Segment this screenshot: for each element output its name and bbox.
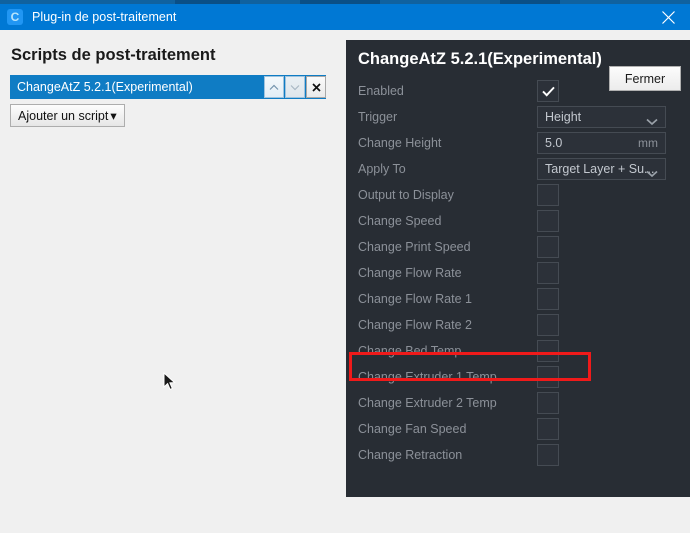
setting-row: Change Extruder 1 Temp: [346, 364, 690, 390]
scripts-pane: Scripts de post-traitement ChangeAtZ 5.2…: [0, 30, 346, 497]
setting-label: Change Fan Speed: [358, 422, 467, 436]
scripts-pane-heading: Scripts de post-traitement: [11, 46, 216, 64]
setting-label: Enabled: [358, 84, 404, 98]
close-dialog-button[interactable]: Fermer: [609, 66, 681, 91]
settings-rows: Enabled Trigger Height Change Height 5.0 mm Ap…: [346, 78, 690, 468]
setting-row: Change Flow Rate 1: [346, 286, 690, 312]
check-icon: [541, 86, 555, 97]
setting-control: [537, 288, 559, 310]
setting-label: Change Speed: [358, 214, 442, 228]
setting-control: [537, 314, 559, 336]
setting-checkbox[interactable]: [537, 80, 559, 102]
setting-checkbox[interactable]: [537, 392, 559, 414]
setting-label: Output to Display: [358, 188, 454, 202]
add-script-button[interactable]: Ajouter un script ▾: [10, 104, 125, 127]
setting-control: 5.0 mm: [537, 132, 666, 154]
setting-checkbox[interactable]: [537, 366, 559, 388]
setting-label: Change Extruder 2 Temp: [358, 396, 497, 410]
setting-checkbox[interactable]: [537, 340, 559, 362]
setting-control: [537, 236, 559, 258]
close-window-button[interactable]: [646, 4, 690, 30]
setting-dropdown-value: Height: [545, 110, 582, 124]
cura-logo-icon: C: [7, 9, 23, 25]
setting-checkbox[interactable]: [537, 314, 559, 336]
script-list: ChangeAtZ 5.2.1(Experimental): [10, 75, 326, 99]
setting-row: Change Height 5.0 mm: [346, 130, 690, 156]
window-titlebar: C Plug-in de post-traitement: [0, 4, 690, 30]
setting-checkbox[interactable]: [537, 288, 559, 310]
setting-row: Change Flow Rate 2: [346, 312, 690, 338]
setting-row: Change Print Speed: [346, 234, 690, 260]
setting-row: Change Retraction: [346, 442, 690, 468]
setting-checkbox[interactable]: [537, 236, 559, 258]
cura-logo-letter: C: [10, 10, 20, 24]
mouse-cursor: [163, 371, 177, 392]
setting-label: Change Extruder 1 Temp: [358, 370, 497, 384]
setting-control: Target Layer + Su...: [537, 158, 666, 180]
setting-control: [537, 184, 559, 206]
setting-control: [537, 392, 559, 414]
chevron-down-icon: [646, 165, 658, 183]
move-up-button[interactable]: [264, 76, 284, 98]
setting-row: Change Flow Rate: [346, 260, 690, 286]
setting-text-input[interactable]: 5.0 mm: [537, 132, 666, 154]
setting-label: Change Bed Temp: [358, 344, 462, 358]
setting-checkbox[interactable]: [537, 418, 559, 440]
window-title: Plug-in de post-traitement: [32, 10, 177, 24]
setting-control: [537, 340, 559, 362]
post-processing-plugin-dialog: C Plug-in de post-traitement Scripts de …: [0, 0, 690, 533]
setting-text-value: 5.0: [545, 136, 563, 150]
script-list-buttons: [264, 75, 326, 99]
setting-control: [537, 366, 559, 388]
setting-control: [537, 262, 559, 284]
setting-row: Change Extruder 2 Temp: [346, 390, 690, 416]
add-script-button-label: Ajouter un script: [18, 108, 109, 123]
close-dialog-button-label: Fermer: [624, 71, 666, 86]
chevron-up-icon: [269, 84, 279, 90]
script-list-item-label: ChangeAtZ 5.2.1(Experimental): [17, 80, 193, 94]
close-icon: [661, 10, 675, 24]
setting-label: Change Print Speed: [358, 240, 471, 254]
chevron-down-icon: [646, 113, 658, 131]
setting-checkbox[interactable]: [537, 262, 559, 284]
setting-label: Trigger: [358, 110, 398, 124]
dropdown-caret-icon: ▾: [110, 109, 117, 123]
setting-unit-label: mm: [638, 136, 658, 150]
setting-dropdown[interactable]: Height: [537, 106, 666, 128]
setting-dropdown[interactable]: Target Layer + Su...: [537, 158, 666, 180]
setting-row: Change Bed Temp: [346, 338, 690, 364]
remove-script-button[interactable]: [306, 76, 326, 98]
setting-row: Change Fan Speed: [346, 416, 690, 442]
setting-checkbox[interactable]: [537, 210, 559, 232]
setting-control: Height: [537, 106, 666, 128]
setting-label: Change Flow Rate 1: [358, 292, 472, 306]
setting-checkbox[interactable]: [537, 184, 559, 206]
setting-label: Change Height: [358, 136, 442, 150]
setting-label: Change Flow Rate: [358, 266, 462, 280]
setting-row: Output to Display: [346, 182, 690, 208]
setting-control: [537, 418, 559, 440]
setting-control: [537, 80, 559, 102]
setting-checkbox[interactable]: [537, 444, 559, 466]
chevron-down-icon: [290, 84, 300, 90]
setting-control: [537, 444, 559, 466]
setting-row: Change Speed: [346, 208, 690, 234]
setting-control: [537, 210, 559, 232]
script-settings-panel: ChangeAtZ 5.2.1(Experimental) Enabled Tri…: [346, 40, 690, 497]
setting-label: Apply To: [358, 162, 406, 176]
setting-label: Change Retraction: [358, 448, 463, 462]
setting-row: Trigger Height: [346, 104, 690, 130]
setting-dropdown-value: Target Layer + Su...: [545, 162, 655, 176]
move-down-button[interactable]: [285, 76, 305, 98]
dialog-footer: [0, 497, 690, 533]
setting-row: Apply To Target Layer + Su...: [346, 156, 690, 182]
script-settings-title: ChangeAtZ 5.2.1(Experimental): [358, 50, 602, 68]
close-icon: [311, 82, 321, 92]
dialog-body: Scripts de post-traitement ChangeAtZ 5.2…: [0, 30, 690, 533]
setting-label: Change Flow Rate 2: [358, 318, 472, 332]
